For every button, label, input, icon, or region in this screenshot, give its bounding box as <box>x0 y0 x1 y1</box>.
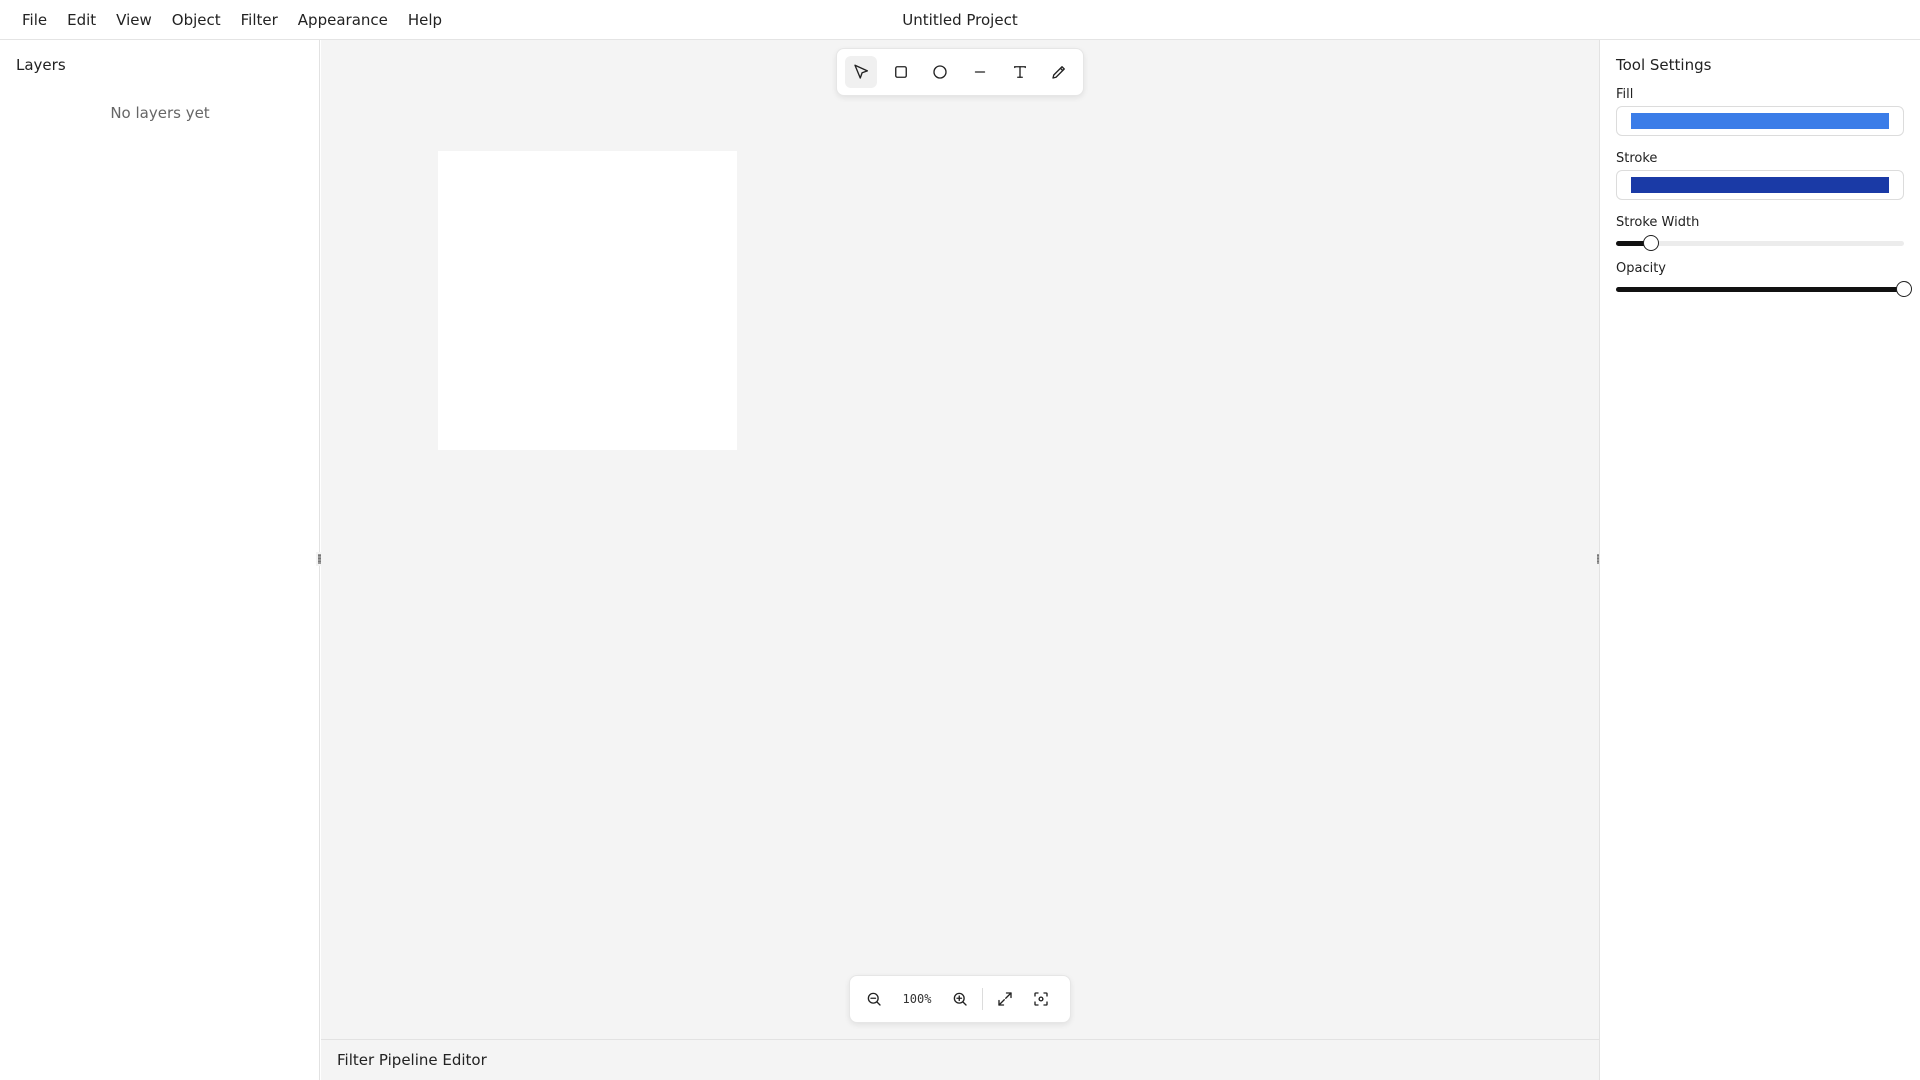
tool-settings-panel: Tool Settings Fill Stroke Stroke Width O… <box>1599 40 1920 1080</box>
text-tool-button[interactable] <box>1004 56 1036 88</box>
square-icon <box>894 66 907 78</box>
fill-color-swatch <box>1631 113 1889 129</box>
menu-edit[interactable]: Edit <box>57 0 106 40</box>
canvas-area[interactable]: 100% <box>321 40 1599 1039</box>
menu-appearance[interactable]: Appearance <box>288 0 398 40</box>
fill-label: Fill <box>1616 87 1634 102</box>
pen-tool-button[interactable] <box>1043 56 1075 88</box>
opacity-slider-thumb[interactable] <box>1896 281 1912 297</box>
center-view-button[interactable] <box>1023 981 1059 1017</box>
zoom-in-icon <box>953 992 967 1006</box>
menubar: File Edit View Object Filter Appearance … <box>0 0 1920 40</box>
circle-icon <box>933 65 947 79</box>
stroke-width-slider-thumb[interactable] <box>1643 235 1659 251</box>
stroke-width-slider[interactable] <box>1616 235 1904 251</box>
opacity-slider-fill <box>1616 287 1904 292</box>
artboard[interactable] <box>438 151 737 450</box>
layers-empty-message: No layers yet <box>110 104 210 122</box>
fit-screen-icon <box>998 992 1012 1006</box>
line-tool-button[interactable] <box>964 56 996 88</box>
zoom-out-button[interactable] <box>856 981 892 1017</box>
stroke-label: Stroke <box>1616 151 1658 166</box>
layers-panel-title: Layers <box>16 56 66 74</box>
select-tool-button[interactable] <box>845 56 877 88</box>
fit-screen-button[interactable] <box>987 981 1023 1017</box>
pencil-icon <box>1052 66 1066 79</box>
menu-filter[interactable]: Filter <box>231 0 288 40</box>
filter-pipeline-panel[interactable]: Filter Pipeline Editor <box>321 1039 1599 1080</box>
cursor-arrow-icon <box>854 64 868 79</box>
menu-file[interactable]: File <box>12 0 57 40</box>
layers-panel: Layers No layers yet <box>0 40 320 1080</box>
stroke-color-picker[interactable] <box>1616 170 1904 200</box>
rectangle-tool-button[interactable] <box>885 56 917 88</box>
zoom-level[interactable]: 100% <box>892 992 942 1006</box>
menu-view[interactable]: View <box>106 0 162 40</box>
ellipse-tool-button[interactable] <box>924 56 956 88</box>
center-view-icon <box>1034 992 1048 1006</box>
zoom-divider <box>982 988 983 1010</box>
text-icon <box>1013 66 1026 78</box>
fill-color-picker[interactable] <box>1616 106 1904 136</box>
zoom-controls: 100% <box>849 975 1071 1023</box>
opacity-label: Opacity <box>1616 261 1667 276</box>
stroke-color-swatch <box>1631 177 1889 193</box>
filter-pipeline-title: Filter Pipeline Editor <box>337 1051 487 1069</box>
opacity-slider[interactable] <box>1616 281 1912 297</box>
menu-object[interactable]: Object <box>162 0 231 40</box>
zoom-in-button[interactable] <box>942 981 978 1017</box>
menu-help[interactable]: Help <box>398 0 452 40</box>
line-icon <box>974 71 986 73</box>
stroke-width-label: Stroke Width <box>1616 215 1700 230</box>
tools-toolbar <box>836 48 1084 96</box>
zoom-out-icon <box>867 992 881 1006</box>
menu-items: File Edit View Object Filter Appearance … <box>12 0 452 40</box>
tool-settings-title: Tool Settings <box>1616 56 1712 74</box>
